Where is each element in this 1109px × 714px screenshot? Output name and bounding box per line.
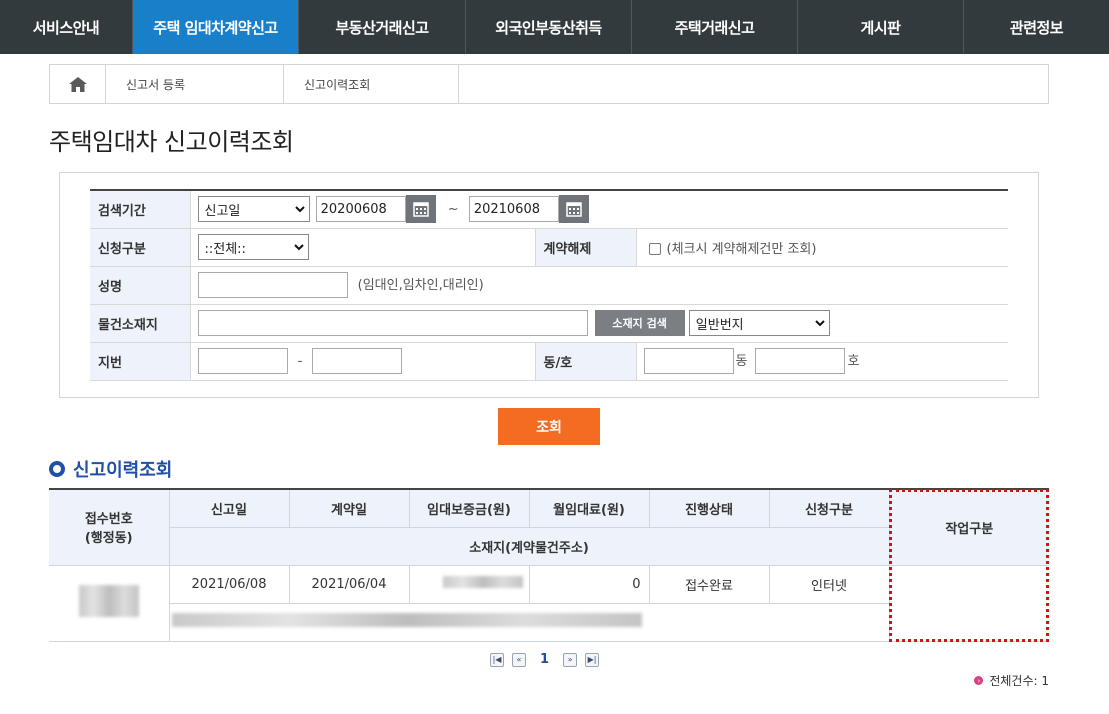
address-input[interactable] (197, 310, 588, 336)
calendar-from-button[interactable] (405, 195, 436, 224)
ring-bullet-icon (49, 461, 65, 477)
prev-page-button[interactable]: « (512, 652, 526, 667)
top-nav: 서비스안내 주택 임대차계약신고 부동산거래신고 외국인부동산취득 주택거래신고 게시판 관… (0, 0, 1109, 54)
cell-status: 접수완료 (648, 564, 770, 604)
header-deposit: 임대보증금(원) (408, 488, 530, 528)
results-table: 접수번호 (행정동) 신고일 계약일 임대보증금(원) 월임대료(원) 진행상태… (49, 488, 1049, 642)
header-work-type: 작업구분 (888, 488, 1049, 566)
header-address: 소재지(계약물건주소) (169, 526, 889, 566)
cell-apply-type: 인터넷 (768, 564, 890, 604)
name-hint: (임대인,임차인,대리인) (357, 277, 484, 293)
period-type-select[interactable]: 신고일 (197, 196, 310, 223)
calendar-icon (566, 202, 582, 217)
nav-item-3[interactable]: 외국인부동산취득 (466, 0, 632, 54)
cell-contract-date: 2021/06/04 (288, 564, 410, 604)
nav-item-6[interactable]: 관련정보 (964, 0, 1109, 54)
header-contract-date: 계약일 (288, 488, 410, 528)
date-to-input[interactable]: 20210608 (468, 196, 559, 223)
calendar-icon (412, 202, 429, 217)
pagination: |◀ « 1 » ▶| (490, 652, 600, 667)
next-page-button[interactable]: » (563, 652, 578, 667)
nav-item-2[interactable]: 부동산거래신고 (299, 0, 466, 54)
chevron-down-icon (293, 243, 304, 250)
dong-input[interactable] (643, 348, 734, 374)
chevron-down-icon (294, 206, 305, 213)
header-status: 진행상태 (648, 488, 770, 528)
ho-input[interactable] (755, 348, 846, 374)
breadcrumb-item-register[interactable]: 신고서 등록 (106, 65, 284, 103)
first-page-button[interactable]: |◀ (490, 652, 504, 667)
cell-deposit (408, 564, 530, 604)
cancel-label: 계약해제 (534, 228, 637, 267)
results-section-title: 신고이력조회 (49, 456, 172, 482)
search-submit-button[interactable]: 조회 (498, 408, 600, 445)
home-icon (68, 76, 87, 92)
chevron-down-icon (815, 319, 825, 326)
lot-label: 지번 (90, 342, 191, 381)
page-number[interactable]: 1 (540, 652, 549, 667)
breadcrumb-item-history[interactable]: 신고이력조회 (284, 65, 459, 103)
address-label: 물건소재지 (90, 304, 191, 343)
cell-address (169, 602, 889, 642)
date-from-input[interactable]: 20200608 (315, 196, 406, 223)
bullet-icon: › (974, 676, 984, 685)
header-report-date: 신고일 (168, 488, 290, 528)
nav-item-4[interactable]: 주택거래신고 (632, 0, 798, 54)
address-type-select[interactable]: 일반번지 (688, 310, 830, 336)
cell-work-type (888, 564, 1049, 642)
lot-separator: - (297, 353, 303, 369)
table-row[interactable]: 2021/06/08 2021/06/04 0 접수완료 인터넷 (49, 564, 1049, 642)
total-count: › 전체건수: 1 (974, 672, 1049, 689)
lot-sub-input[interactable] (312, 348, 403, 374)
name-label: 성명 (90, 266, 191, 305)
nav-item-1[interactable]: 주택 임대차계약신고 (133, 0, 299, 54)
name-input[interactable] (197, 272, 348, 298)
dong-suffix: 동 (735, 353, 748, 369)
apply-type-label: 신청구분 (90, 228, 191, 267)
cancel-checkbox[interactable] (648, 243, 661, 255)
header-monthly-rent: 월임대료(원) (528, 488, 650, 528)
period-label: 검색기간 (90, 190, 191, 229)
header-apply-type: 신청구분 (768, 488, 890, 528)
cell-receipt-no (49, 564, 170, 642)
ho-suffix: 호 (847, 353, 860, 369)
nav-item-0[interactable]: 서비스안내 (0, 0, 133, 54)
search-form: 검색기간 신고일 20200608 ~ 20210608 신청구분 ::전체::… (90, 189, 1008, 381)
page-title: 주택임대차 신고이력조회 (49, 128, 294, 156)
header-receipt-no: 접수번호 (행정동) (49, 488, 170, 566)
nav-item-5[interactable]: 게시판 (798, 0, 964, 54)
cell-report-date: 2021/06/08 (168, 564, 290, 604)
breadcrumb: 신고서 등록 신고이력조회 (49, 64, 1049, 104)
breadcrumb-home[interactable] (50, 65, 106, 103)
address-search-button[interactable]: 소재지 검색 (594, 310, 685, 336)
apply-type-select[interactable]: ::전체:: (197, 234, 309, 260)
date-separator: ~ (447, 201, 459, 217)
cell-monthly-rent: 0 (528, 564, 650, 604)
dongho-label: 동/호 (534, 342, 637, 381)
cancel-hint: (체크시 계약해제건만 조회) (666, 241, 817, 257)
last-page-button[interactable]: ▶| (585, 652, 600, 667)
lot-main-input[interactable] (197, 348, 288, 374)
calendar-to-button[interactable] (558, 195, 589, 224)
